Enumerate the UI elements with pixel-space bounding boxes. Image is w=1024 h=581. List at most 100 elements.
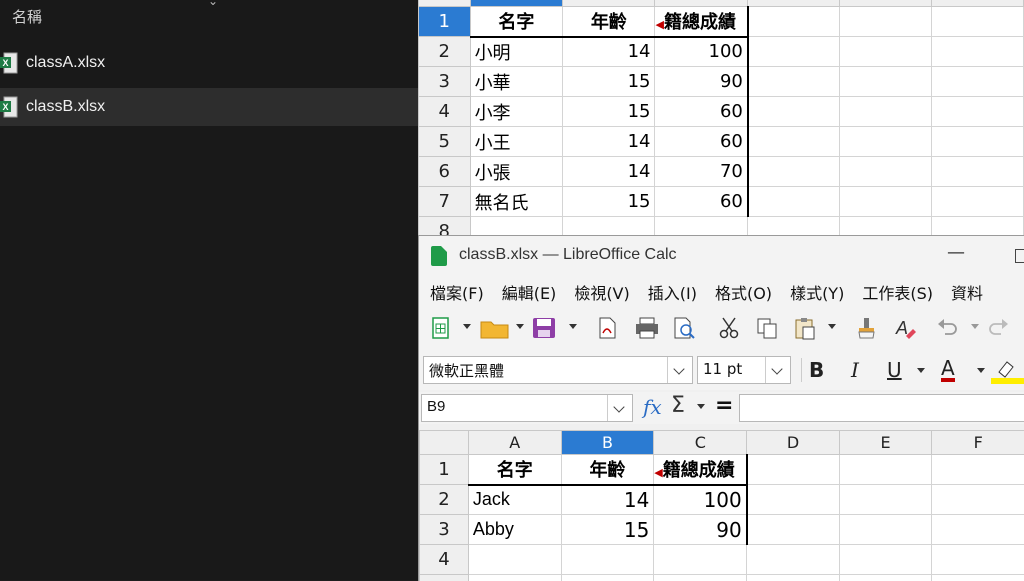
row-header[interactable]: 6 (419, 157, 471, 187)
cell[interactable] (932, 37, 1024, 67)
cell-B5[interactable]: 14 (563, 127, 655, 157)
row-header[interactable]: 4 (420, 545, 469, 575)
cell-A6[interactable]: 小張 (470, 157, 563, 187)
cell[interactable] (563, 217, 655, 236)
row-header[interactable]: 7 (419, 187, 471, 217)
cell[interactable] (840, 67, 932, 97)
column-header-B[interactable]: B (561, 431, 654, 455)
open-folder-icon[interactable] (479, 316, 511, 340)
cell-A4[interactable]: 小李 (470, 97, 563, 127)
copy-icon[interactable] (755, 316, 779, 340)
cell-B2[interactable]: 14 (561, 485, 654, 515)
cell[interactable] (839, 515, 932, 545)
cell[interactable] (840, 217, 932, 236)
cell[interactable] (470, 217, 563, 236)
cell[interactable] (840, 157, 932, 187)
cell[interactable] (932, 187, 1024, 217)
undo-dropdown-icon[interactable] (971, 324, 979, 329)
underline-dropdown-icon[interactable] (917, 368, 925, 373)
cell[interactable] (747, 485, 840, 515)
cell-B1[interactable]: 年齡 (561, 455, 654, 485)
cell-A7[interactable]: 無名氏 (470, 187, 563, 217)
cell[interactable] (932, 67, 1024, 97)
cut-icon[interactable] (717, 316, 741, 340)
cell[interactable] (932, 455, 1024, 485)
cell[interactable] (932, 97, 1024, 127)
cell[interactable] (748, 127, 840, 157)
menu-view[interactable]: 檢視(V) (574, 280, 629, 304)
cell-C3[interactable]: 90 (655, 67, 748, 97)
cell[interactable] (932, 7, 1024, 37)
font-name-combobox[interactable]: 微軟正黑體 (423, 356, 693, 384)
cell[interactable] (748, 67, 840, 97)
cell-A5[interactable]: 小王 (470, 127, 563, 157)
cell[interactable] (654, 575, 747, 581)
cell[interactable] (839, 485, 932, 515)
formula-input[interactable] (739, 394, 1024, 422)
file-item-classA[interactable]: X classA.xlsx (0, 44, 418, 82)
cell[interactable] (932, 485, 1024, 515)
cell[interactable] (561, 575, 654, 581)
maximize-icon[interactable] (1015, 249, 1024, 263)
font-color-button[interactable]: A (941, 358, 955, 382)
sum-icon[interactable]: Σ (671, 393, 685, 418)
cell-A2[interactable]: Jack (468, 485, 561, 515)
save-icon[interactable] (531, 316, 557, 340)
cell[interactable] (932, 157, 1024, 187)
cell[interactable] (840, 127, 932, 157)
cell-B7[interactable]: 15 (563, 187, 655, 217)
column-header-D[interactable]: D (747, 431, 840, 455)
cell-B2[interactable]: 14 (563, 37, 655, 67)
cell-C2[interactable]: 100 (655, 37, 748, 67)
sum-dropdown-icon[interactable] (697, 404, 705, 409)
file-item-classB[interactable]: X classB.xlsx (0, 88, 418, 126)
name-box[interactable]: B9 (421, 394, 633, 422)
cell[interactable] (932, 545, 1024, 575)
menu-data[interactable]: 資料 (951, 280, 983, 304)
menu-styles[interactable]: 樣式(Y) (790, 280, 844, 304)
cell[interactable] (747, 575, 840, 581)
font-size-dropdown[interactable] (765, 357, 790, 383)
minimize-icon[interactable]: — (947, 242, 965, 263)
cell[interactable] (839, 575, 932, 581)
row-header[interactable]: 2 (419, 37, 471, 67)
cell[interactable] (748, 217, 840, 236)
cell[interactable] (747, 545, 840, 575)
cell-C2[interactable]: 100 (654, 485, 747, 515)
cell[interactable] (840, 187, 932, 217)
row-header[interactable]: 1 (419, 7, 471, 37)
clone-formatting-icon[interactable] (855, 316, 879, 340)
cell-B6[interactable]: 14 (563, 157, 655, 187)
row-header[interactable]: 8 (419, 217, 471, 236)
paste-icon[interactable] (793, 316, 817, 340)
function-wizard-icon[interactable]: 𝑓x (643, 395, 662, 419)
clear-formatting-icon[interactable]: A (893, 316, 917, 340)
new-document-icon[interactable] (429, 316, 453, 340)
column-header-F[interactable]: F (932, 431, 1024, 455)
cell[interactable] (748, 97, 840, 127)
cell-B1[interactable]: 年齡 (563, 7, 655, 37)
highlight-color-icon[interactable] (991, 358, 1024, 384)
cell-A3[interactable]: Abby (468, 515, 561, 545)
cell[interactable] (748, 37, 840, 67)
row-header[interactable]: 2 (420, 485, 469, 515)
new-dropdown-icon[interactable] (463, 324, 471, 329)
column-header-A[interactable]: A (468, 431, 561, 455)
cell[interactable] (932, 217, 1024, 236)
column-header-E[interactable]: E (839, 431, 932, 455)
cell[interactable] (654, 545, 747, 575)
underline-button[interactable]: U (887, 358, 902, 382)
cell[interactable] (840, 37, 932, 67)
title-bar[interactable]: classB.xlsx — LibreOffice Calc — (419, 236, 1024, 276)
print-icon[interactable] (633, 316, 661, 340)
cell[interactable] (748, 187, 840, 217)
font-name-dropdown[interactable] (667, 357, 692, 383)
paste-dropdown-icon[interactable] (828, 324, 836, 329)
export-pdf-icon[interactable] (595, 316, 619, 340)
open-dropdown-icon[interactable] (516, 324, 524, 329)
cell[interactable] (655, 217, 748, 236)
cell-B3[interactable]: 15 (561, 515, 654, 545)
cell[interactable] (561, 545, 654, 575)
font-color-dropdown-icon[interactable] (977, 368, 985, 373)
row-header[interactable]: 3 (419, 67, 471, 97)
